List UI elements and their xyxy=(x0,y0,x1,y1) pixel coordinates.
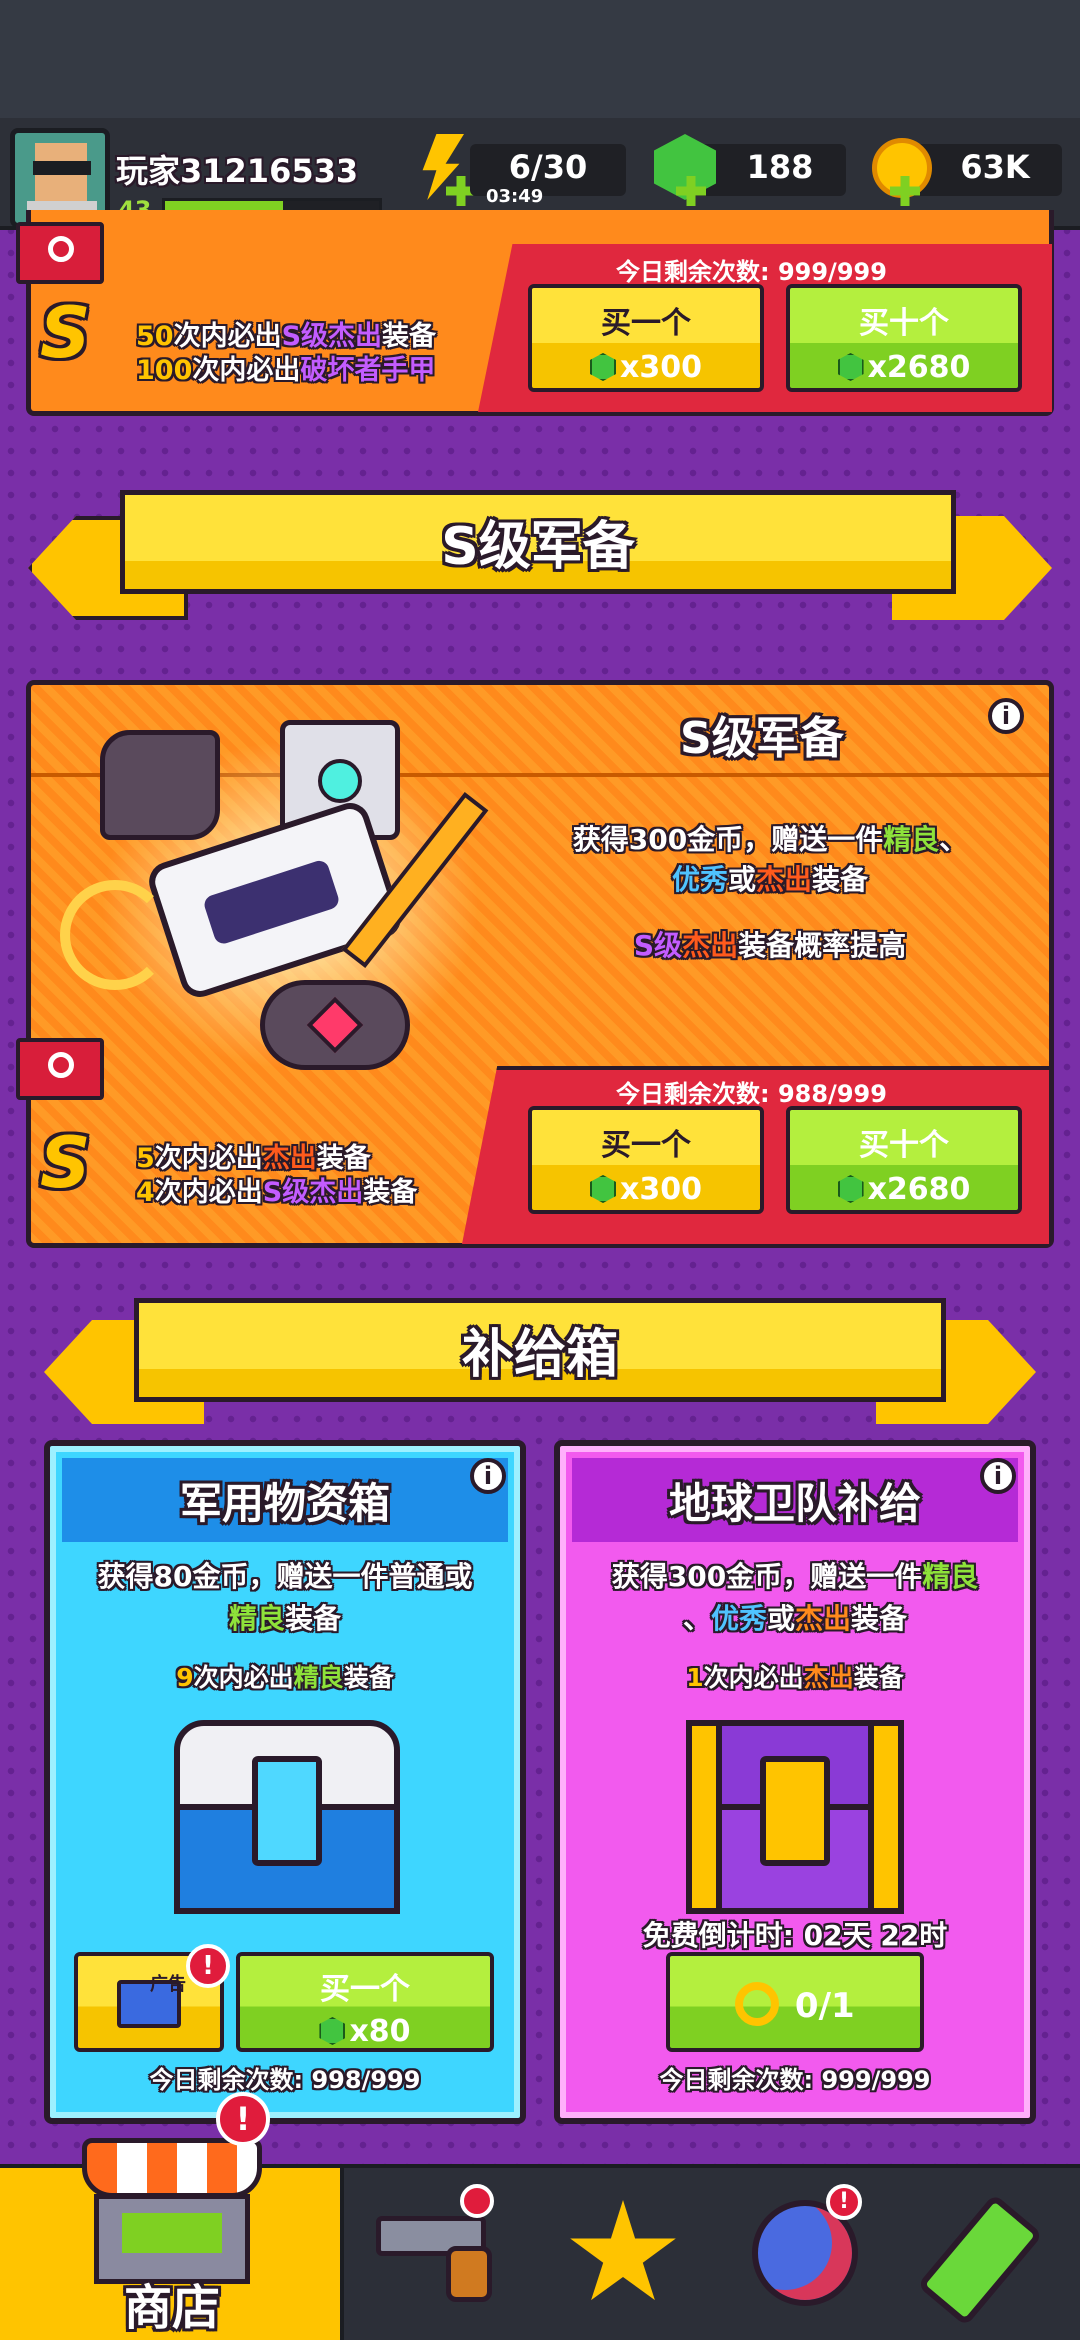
earth-box-description: 获得300金币，赠送一件精良 、优秀或杰出装备 xyxy=(611,1560,979,1635)
shop-icon xyxy=(82,2138,262,2288)
rank-s-icon: S xyxy=(40,292,91,374)
top-remaining: 今日剩余次数: 999/999 xyxy=(616,258,887,286)
revolver-icon xyxy=(376,2206,500,2302)
s-preview-button[interactable] xyxy=(16,1038,104,1100)
preview-button[interactable] xyxy=(16,222,104,284)
s-card-title: S级军备 xyxy=(680,713,844,764)
gem-value: 188 xyxy=(746,148,814,186)
s-rank-icon: S xyxy=(40,1122,91,1204)
energy-value: 6/30 xyxy=(508,148,588,186)
ad-label: 广告 xyxy=(150,1974,186,1995)
military-buy-one-button[interactable]: 买一个 x80 xyxy=(236,1952,494,2052)
military-box-title: 军用物资箱 xyxy=(179,1479,390,1528)
section-title-supply: 补给箱 xyxy=(461,1325,618,1385)
shop-alert-badge: ! xyxy=(216,2092,270,2146)
earth-box-guarantee: 1次内必出杰出装备 xyxy=(686,1663,904,1692)
top-buy-one-button[interactable]: 买一个 x300 xyxy=(528,284,764,392)
nav-shop-label: 商店 xyxy=(123,2280,220,2336)
events-alert-badge: ! xyxy=(826,2184,862,2220)
top-guarantee-2: 100次内必出破坏者手甲 xyxy=(136,355,436,386)
s-card-boost: S级杰出装备概率提高 xyxy=(633,929,907,962)
top-buy-ten-button[interactable]: 买十个 x2680 xyxy=(786,284,1022,392)
earth-remaining: 今日剩余次数: 999/999 xyxy=(659,2066,931,2094)
earth-info-icon[interactable]: i xyxy=(980,1458,1016,1494)
s-card-info-icon[interactable]: i xyxy=(988,698,1024,734)
military-remaining: 今日剩余次数: 998/999 xyxy=(149,2066,421,2094)
earth-open-key-button[interactable]: 0/1 xyxy=(666,1952,924,2052)
s-buy-one-button[interactable]: 买一个 x300 xyxy=(528,1106,764,1214)
ad-alert-badge: ! xyxy=(186,1944,230,1988)
energy-timer: 03:49 xyxy=(486,186,544,207)
status-bar-area xyxy=(0,0,1080,118)
earth-chest-image xyxy=(686,1720,904,1920)
upgrade-arrow-icon xyxy=(460,2184,494,2218)
military-chest-image xyxy=(174,1720,400,1920)
earth-countdown: 免费倒计时: 02天 22时 xyxy=(642,1919,948,1952)
military-box-description: 获得80金币，赠送一件普通或 精良装备 xyxy=(97,1560,473,1635)
military-info-icon[interactable]: i xyxy=(470,1458,506,1494)
military-box-guarantee: 9次内必出精良装备 xyxy=(176,1663,394,1692)
section-title-s: S级军备 xyxy=(441,517,635,577)
key-icon xyxy=(735,1982,780,2026)
earth-box-title: 地球卫队补给 xyxy=(668,1479,921,1528)
s-card-description: 获得300金币，赠送一件精良、 优秀或杰出装备 xyxy=(572,823,968,896)
armor-loot-image xyxy=(60,700,520,1100)
coin-value: 63K xyxy=(960,148,1030,186)
s-buy-ten-button[interactable]: 买十个 x2680 xyxy=(786,1106,1022,1214)
s-remaining: 今日剩余次数: 988/999 xyxy=(616,1080,887,1108)
player-name: 玩家31216533 xyxy=(116,152,359,190)
s-guarantee-2: 4次内必出S级杰出装备 xyxy=(136,1177,418,1208)
